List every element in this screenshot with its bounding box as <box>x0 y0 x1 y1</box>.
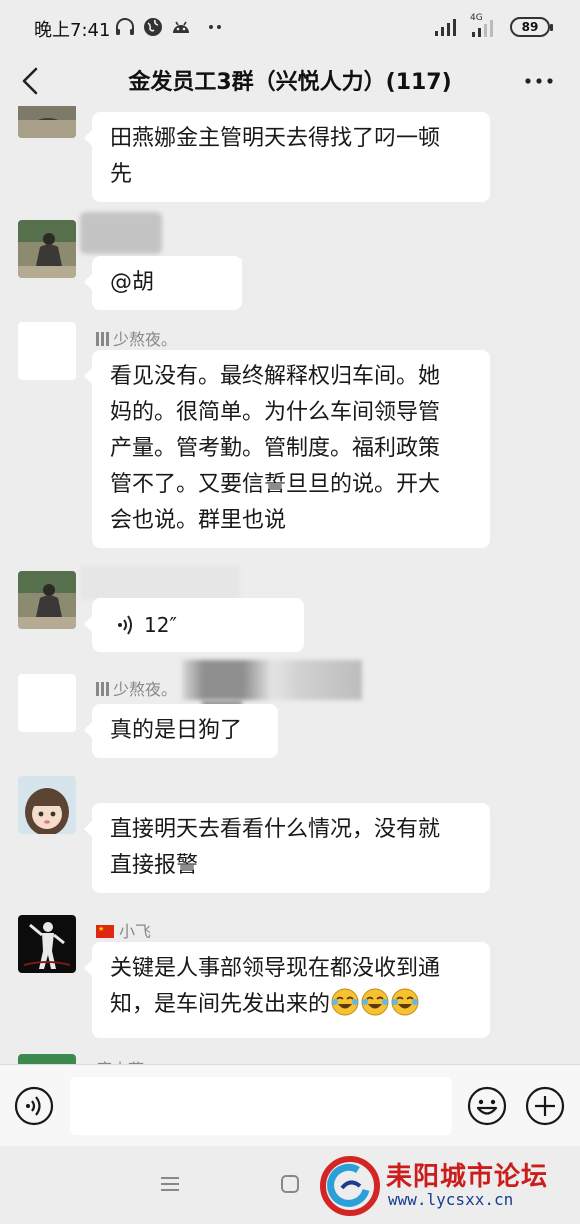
message-bubble[interactable]: 关键是人事部领导现在都没收到通 知，是车间先发出来的 <box>84 942 490 1038</box>
back-arrow-icon[interactable] <box>16 64 46 98</box>
bars-icon <box>96 682 110 696</box>
avatar[interactable] <box>18 571 76 629</box>
message-bubble[interactable]: 直接明天去看看什么情况，没有就 直接报警 <box>84 803 490 893</box>
avatar[interactable] <box>18 1054 76 1064</box>
message-bubble[interactable]: 看见没有。最终解释权归车间。她 妈的。很简单。为什么车间领导管 产量。管考勤。管… <box>84 350 490 548</box>
message-text: 看见没有。最终解释权归车间。她 妈的。很简单。为什么车间领导管 产量。管考勤。管… <box>110 364 441 533</box>
watermark-logo-icon <box>320 1156 380 1216</box>
battery-indicator: 89 <box>510 17 553 37</box>
avatar[interactable] <box>18 106 76 138</box>
sender-nickname: 少熬夜。 <box>96 326 177 350</box>
signal-4g-icon: 4G <box>468 13 500 38</box>
redacted-nickname <box>80 212 162 254</box>
message-text: 真的是日狗了 <box>110 718 243 743</box>
globe-icon <box>144 18 162 36</box>
message-bubble[interactable]: 田燕娜金主管明天去得找了叼一顿 先 <box>84 112 490 202</box>
avatar[interactable] <box>18 915 76 973</box>
sender-nickname: 少熬夜。 <box>96 676 177 700</box>
signal-icon <box>435 19 456 36</box>
laugh-cry-emoji-icon <box>391 988 419 1016</box>
message-text: 田燕娜金主管明天去得找了叼一顿 先 <box>110 126 441 187</box>
sender-nickname: 唐小燕 <box>96 1056 144 1064</box>
emoji-row <box>330 987 420 1029</box>
voice-duration: 12″ <box>144 613 177 637</box>
message-text: 直接明天去看看什么情况，没有就 直接报警 <box>110 817 441 878</box>
avatar[interactable] <box>18 674 76 732</box>
voice-wave-icon <box>118 615 132 635</box>
android-icon <box>173 21 189 33</box>
status-bar: 晚上7:41 4G 89 <box>0 0 580 56</box>
watermark-name: 耒阳城市论坛 <box>386 1162 549 1192</box>
system-nav-bar: 耒阳城市论坛 www.lycsxx.cn <box>0 1146 580 1224</box>
bars-icon <box>96 332 110 346</box>
laugh-cry-emoji-icon <box>361 988 389 1016</box>
emoji-icon[interactable] <box>467 1086 507 1126</box>
laugh-cry-emoji-icon <box>331 988 359 1016</box>
home-square-icon[interactable] <box>280 1174 300 1194</box>
avatar[interactable] <box>18 220 76 278</box>
chat-header: 金发员工3群（兴悦人力）(117) <box>0 56 580 106</box>
voice-message-bubble[interactable]: 12″ <box>84 598 304 652</box>
menu-icon[interactable] <box>160 1174 180 1194</box>
forum-watermark: 耒阳城市论坛 www.lycsxx.cn <box>320 1154 576 1220</box>
redacted-nickname <box>80 566 240 600</box>
message-text: @胡 <box>110 270 155 295</box>
china-flag-icon: ★ <box>96 925 114 938</box>
voice-icon[interactable] <box>14 1086 54 1126</box>
watermark-url: www.lycsxx.cn <box>388 1190 514 1209</box>
redacted-nickname <box>182 660 362 700</box>
avatar[interactable] <box>18 776 76 834</box>
message-input[interactable] <box>70 1077 452 1135</box>
input-bar <box>0 1064 580 1146</box>
redacted-text <box>168 259 242 299</box>
chat-title: 金发员工3群（兴悦人力）(117) <box>128 70 452 95</box>
more-dots-icon <box>209 25 221 29</box>
status-time: 晚上7:41 <box>34 20 111 41</box>
avatar[interactable] <box>18 322 76 380</box>
message-list[interactable]: 田燕娜金主管明天去得找了叼一顿 先 @胡 少熬夜。 看见没有。最终解释权归车间。… <box>0 106 580 1064</box>
sender-nickname: ★ 小飞 <box>96 922 152 941</box>
more-options-icon[interactable] <box>524 64 554 94</box>
headphones-icon <box>116 18 134 35</box>
plus-icon[interactable] <box>525 1086 565 1126</box>
message-bubble[interactable]: 真的是日狗了 <box>84 704 278 758</box>
